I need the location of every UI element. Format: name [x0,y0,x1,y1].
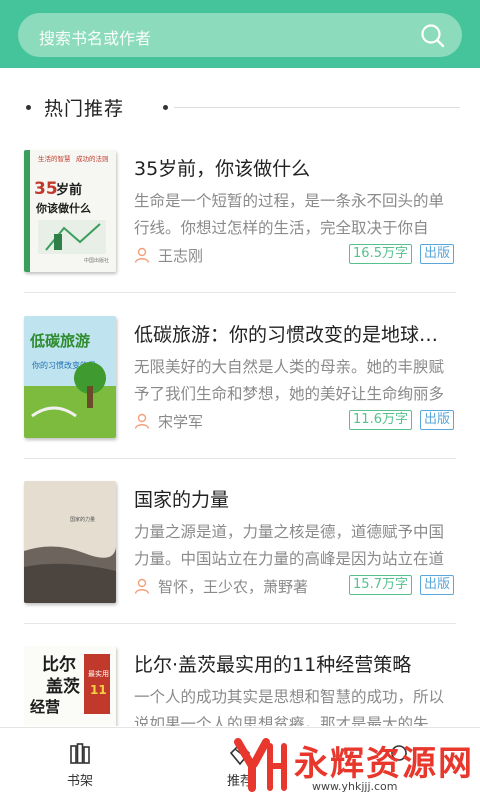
book-author: 王志刚 [134,244,203,266]
watermark-text: 永辉资源网 [294,744,474,784]
svg-text:你该做什么: 你该做什么 [35,201,91,215]
search-bar[interactable]: 搜索书名或作者 [18,13,462,57]
svg-text:35: 35 [34,179,58,199]
book-item[interactable]: 生活的智慧 成功的法则 35 岁前 你该做什么 中国出版社 35岁前，你该做什么… [24,150,456,298]
publish-type-badge: 出版 [419,244,454,264]
nav-bookshelf-label: 书架 [66,774,93,789]
word-count-badge: 16.5万字 [349,244,412,264]
svg-text:中国出版社: 中国出版社 [84,257,109,264]
watermark-logo [234,738,287,792]
book-description: 力量之源是道，力量之核是德，道德赋予中国力量。中国站立在力量的高峰是因为站立在道 [134,523,445,568]
svg-text:生活的智慧: 生活的智慧 [38,154,71,163]
book-tags: 11.6万字 出版 [341,410,454,430]
bullet-dot [26,105,31,110]
book-cover[interactable]: 国家的力量 [24,481,116,603]
row-divider [24,292,456,293]
book-title[interactable]: 比尔·盖茨最实用的11种经营策略 [134,650,456,677]
top-bar: 搜索书名或作者 [0,0,480,68]
book-item[interactable]: 低碳旅游 你的习惯改变的是 低碳旅游：你的习惯改变的是地球的… 无限美好的大自然… [24,316,456,464]
book-description: 一个人的成功其实是思想和智慧的成功，所以说如果一个人的思想贫瘠，那才是最大的失 [134,688,445,726]
svg-text:经营: 经营 [30,698,60,716]
book-author: 智怀，王少农，萧野著 [134,575,308,597]
svg-text:国家的力量: 国家的力量 [70,516,95,523]
book-item[interactable]: 比尔 盖茨 最实用 11 经营 比尔·盖茨最实用的11种经营策略 一个人的成功其… [24,646,456,726]
row-divider [24,623,456,624]
book-tags: 16.5万字 出版 [341,244,454,264]
svg-text:11: 11 [90,683,107,697]
person-icon [134,578,150,594]
word-count-badge: 11.6万字 [349,410,412,430]
watermark-url: www.yhkjjj.com [312,780,398,793]
section-divider [174,107,460,108]
book-cover[interactable]: 生活的智慧 成功的法则 35 岁前 你该做什么 中国出版社 [24,150,116,272]
bullet-dot [163,105,168,110]
search-icon[interactable] [420,23,446,49]
cover-art: 生活的智慧 成功的法则 35 岁前 你该做什么 中国出版社 [24,150,116,272]
publish-type-badge: 出版 [419,410,454,430]
nav-bookshelf[interactable]: 书架 [0,728,160,800]
svg-text:盖茨: 盖茨 [46,676,80,697]
author-name: 智怀，王少农，萧野著 [158,577,309,596]
svg-text:比尔: 比尔 [42,654,76,675]
book-item[interactable]: 国家的力量 国家的力量 力量之源是道，力量之核是德，道德赋予中国力量。中国站立在… [24,481,456,629]
svg-text:岁前: 岁前 [56,182,82,198]
cover-art: 比尔 盖茨 最实用 11 经营 [24,646,116,726]
book-description: 生命是一个短暂的过程，是一条永不回头的单行线。你想过怎样的生活，完全取决于你自 [134,192,445,237]
search-placeholder[interactable]: 搜索书名或作者 [39,25,151,49]
author-name: 宋学军 [158,412,204,431]
publish-type-badge: 出版 [419,575,454,595]
section-header: 热门推荐 [24,92,460,122]
book-cover[interactable]: 比尔 盖茨 最实用 11 经营 [24,646,116,726]
watermark: 永辉资源网 www.yhkjjj.com [232,730,480,800]
book-title[interactable]: 国家的力量 [134,485,456,512]
person-icon [134,413,150,429]
book-description: 无限美好的大自然是人类的母亲。她的丰腴赋予了我们生命和梦想，她的美好让生命绚丽多 [134,358,445,403]
word-count-badge: 15.7万字 [349,575,412,595]
cover-art: 低碳旅游 你的习惯改变的是 [24,316,116,438]
author-name: 王志刚 [158,246,204,265]
book-title[interactable]: 低碳旅游：你的习惯改变的是地球的… [134,320,456,347]
section-title: 热门推荐 [44,98,125,120]
book-cover[interactable]: 低碳旅游 你的习惯改变的是 [24,316,116,438]
svg-text:成功的法则: 成功的法则 [76,154,109,163]
book-tags: 15.7万字 出版 [341,575,454,595]
person-icon [134,247,150,263]
book-author: 宋学军 [134,410,203,432]
cover-art: 国家的力量 [24,481,116,603]
row-divider [24,458,456,459]
book-title[interactable]: 35岁前，你该做什么 [134,154,456,181]
svg-text:最实用: 最实用 [88,669,109,678]
bookshelf-icon [70,743,90,764]
svg-text:低碳旅游: 低碳旅游 [29,332,90,350]
